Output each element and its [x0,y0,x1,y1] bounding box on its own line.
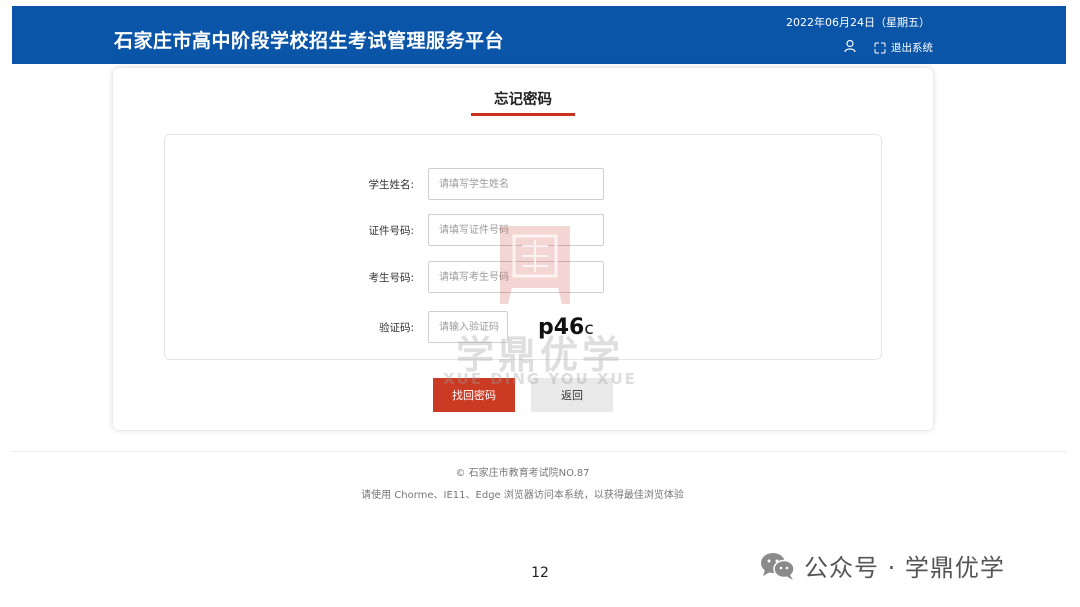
wechat-icon [761,552,795,580]
captcha-label: 验证码: [378,321,414,334]
captcha-code: p46 [538,314,585,340]
top-header: 石家庄市高中阶段学校招生考试管理服务平台 2022年06月24日（星期五） 退出… [12,6,1066,64]
current-date: 2022年06月24日（星期五） [786,16,930,29]
back-button[interactable]: 返回 [531,378,613,412]
footer-divider [12,451,1066,452]
footer-browser-note: 请使用 Chorme、IE11、Edge 浏览器访问本系统，以获得最佳浏览体验 [361,490,684,501]
logout-label: 退出系统 [891,42,933,54]
card-title: 忘记密码 [494,92,552,108]
retrieve-password-button[interactable]: 找回密码 [433,378,515,412]
page: 石家庄市高中阶段学校招生考试管理服务平台 2022年06月24日（星期五） 退出… [0,0,1080,607]
captcha-input[interactable] [428,311,508,343]
title-underline [471,113,575,116]
student-name-row: 学生姓名: [344,168,604,200]
exam-number-row: 考生号码: [344,261,604,293]
exam-number-input[interactable] [428,261,604,293]
logout-button[interactable]: 退出系统 [874,40,933,55]
exit-icon [874,42,886,53]
wechat-badge: 公众号 · 学鼎优学 [760,548,1005,583]
form-box: 学生姓名: 证件号码: 考生号码: 验证码: p46c [164,134,882,360]
student-name-label: 学生姓名: [368,178,414,191]
captcha-code-tail: c [584,318,594,339]
id-number-input[interactable] [428,214,604,246]
id-number-row: 证件号码: [344,214,604,246]
student-name-input[interactable] [428,168,604,200]
captcha-image[interactable]: p46c [538,315,594,340]
page-number: 12 [531,565,549,581]
wechat-label: 公众号 · 学鼎优学 [804,554,1005,582]
user-icon[interactable] [844,38,860,54]
id-number-label: 证件号码: [368,224,414,237]
captcha-row: 验证码: p46c [344,311,594,343]
exam-number-label: 考生号码: [368,271,414,284]
platform-title: 石家庄市高中阶段学校招生考试管理服务平台 [114,30,505,52]
footer-copyright: © 石家庄市教育考试院NO.87 [455,468,590,479]
forgot-password-card: 忘记密码 学生姓名: 证件号码: 考生号码: 验证码: p46c 找回密码 返回 [113,68,933,430]
